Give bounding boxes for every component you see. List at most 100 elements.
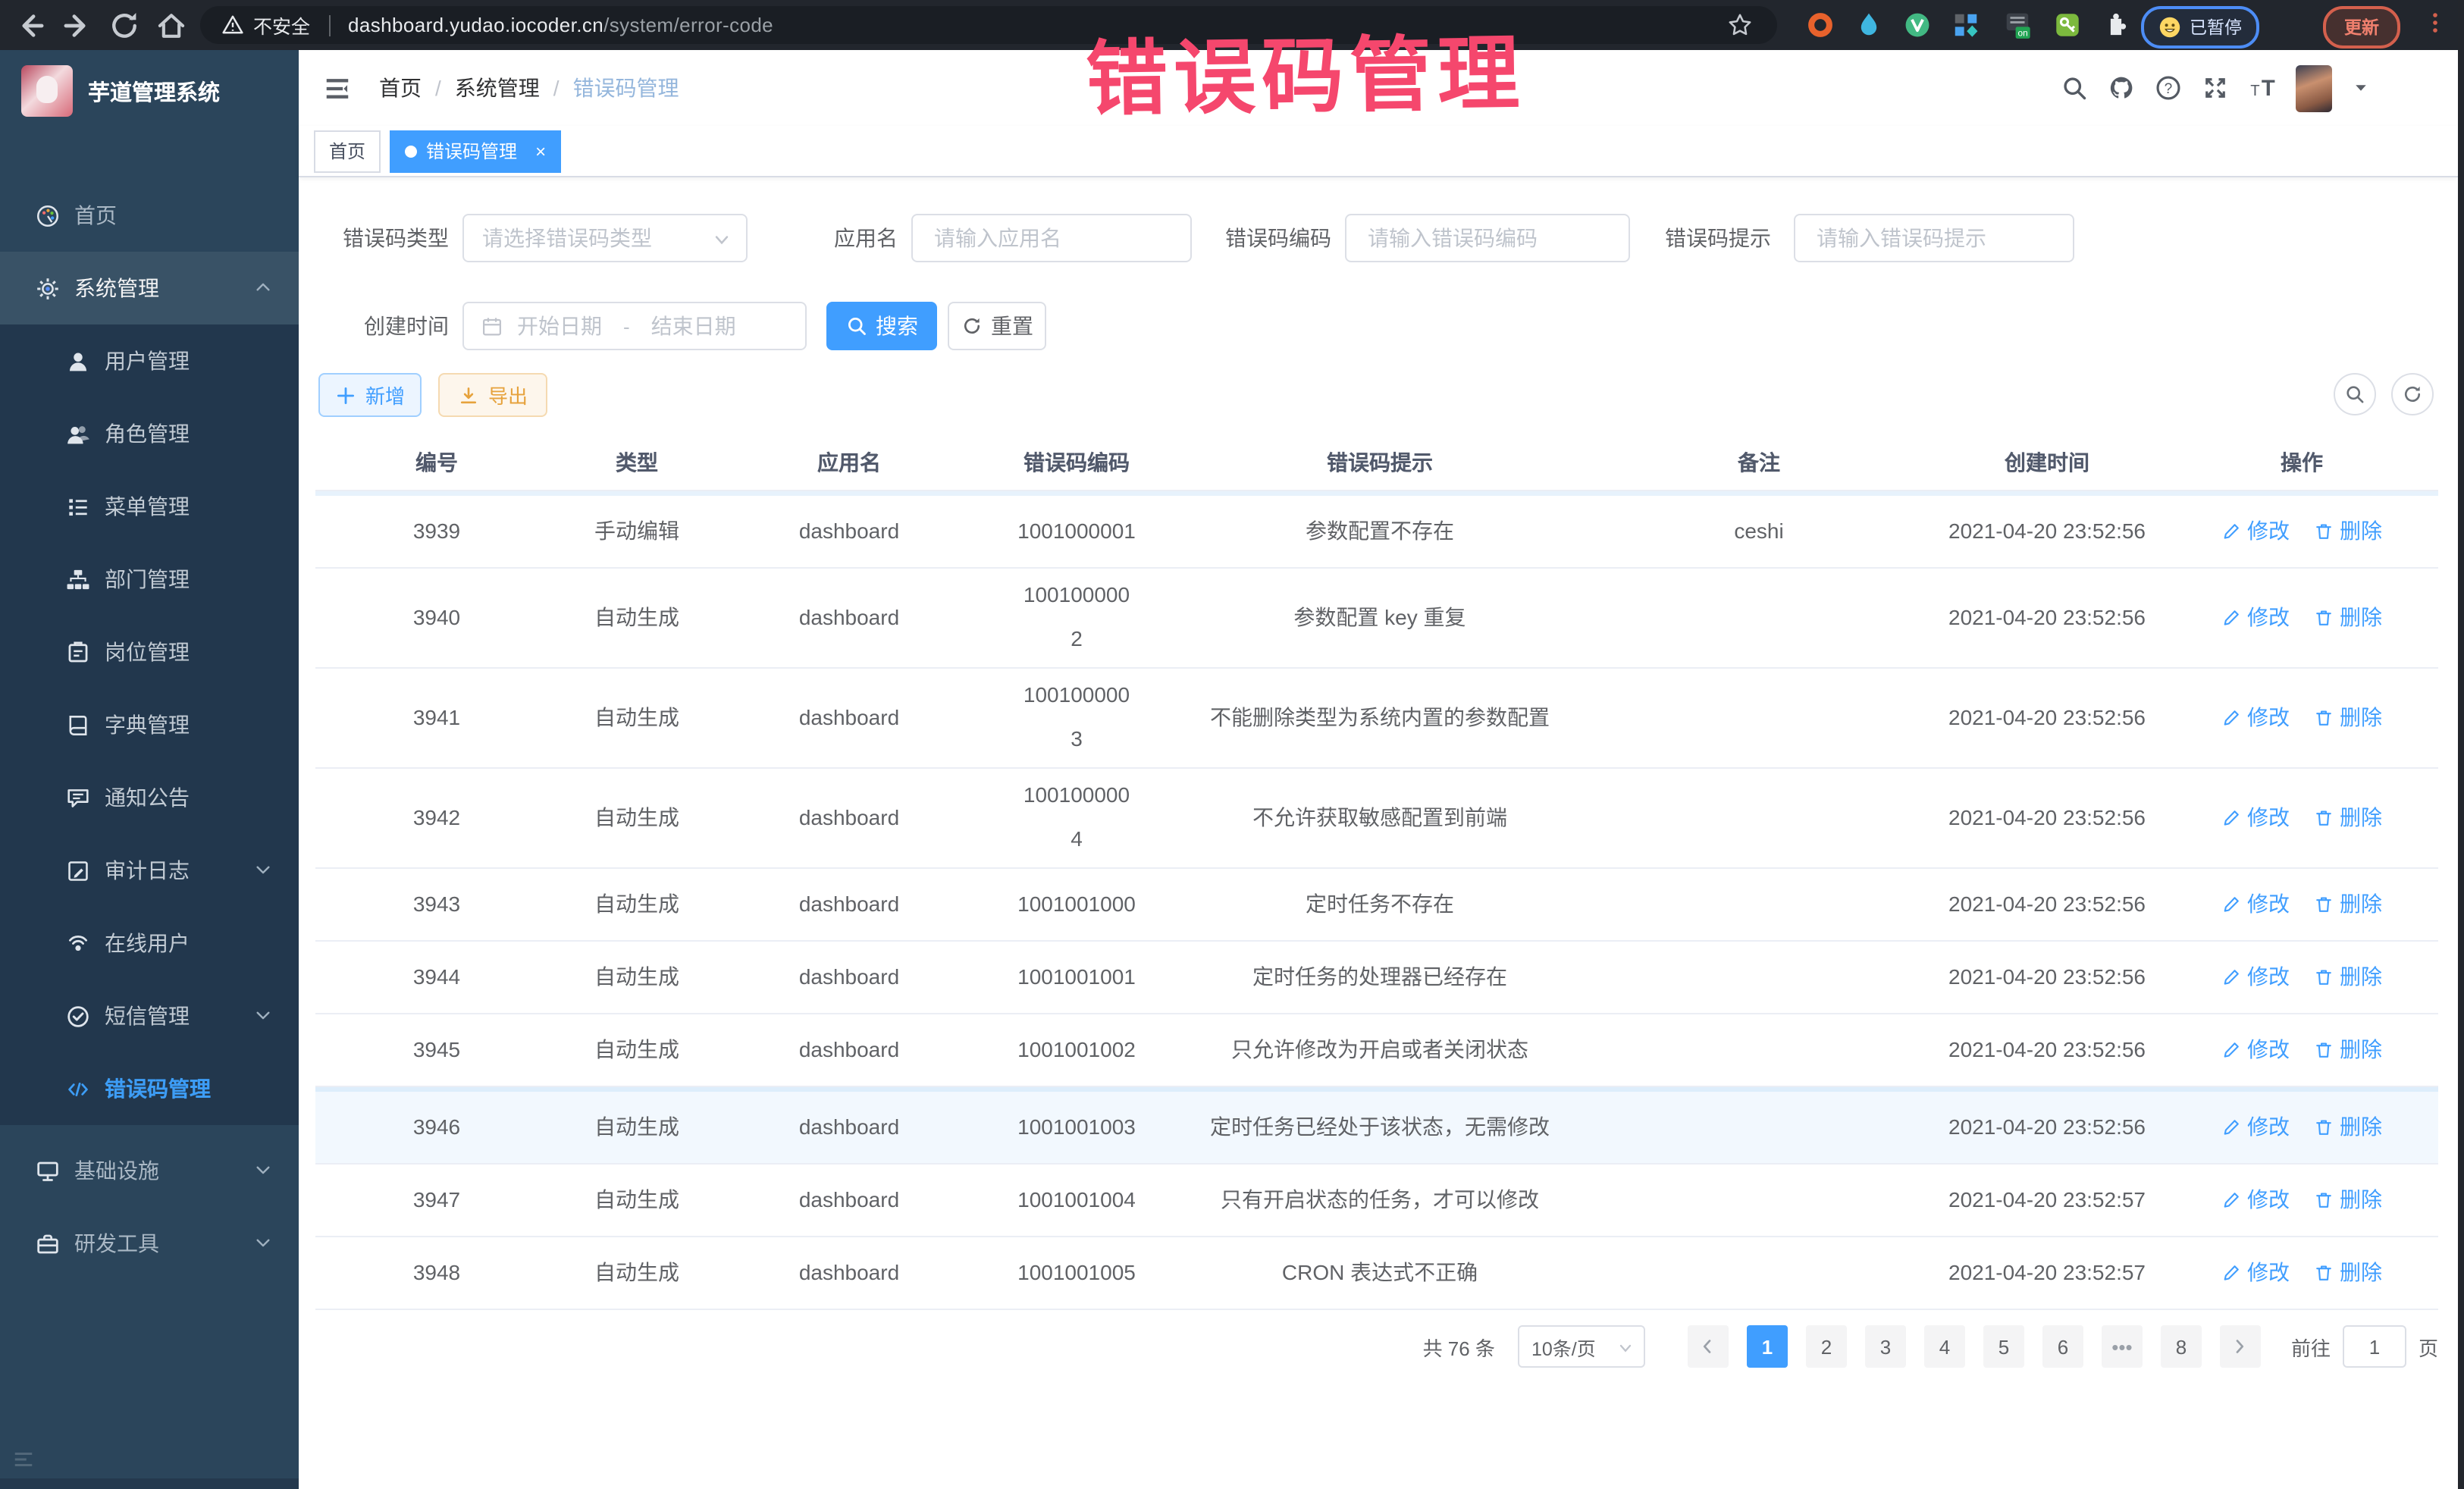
delete-link[interactable]: 删除	[2314, 888, 2382, 920]
delete-link[interactable]: 删除	[2314, 701, 2382, 734]
user-avatar[interactable]	[2296, 64, 2332, 111]
close-icon[interactable]: ×	[535, 140, 546, 161]
edit-link[interactable]: 修改	[2221, 1111, 2290, 1143]
edit-link[interactable]: 修改	[2221, 1256, 2290, 1289]
edit-link[interactable]: 修改	[2221, 701, 2290, 734]
delete-link[interactable]: 删除	[2314, 801, 2382, 834]
tag-error-code[interactable]: 错误码管理 ×	[390, 130, 561, 172]
delete-link[interactable]: 删除	[2314, 1111, 2382, 1143]
sidebar-item-菜单管理[interactable]: 菜单管理	[0, 470, 299, 543]
delete-link[interactable]: 删除	[2314, 601, 2382, 634]
page-button-2[interactable]: 2	[1806, 1325, 1847, 1368]
extension-orange-icon[interactable]	[1806, 11, 1835, 39]
browser-menu-icon[interactable]	[2423, 11, 2447, 38]
edit-link[interactable]: 修改	[2221, 801, 2290, 834]
chevron-down-icon[interactable]	[2352, 79, 2370, 97]
infra-icon	[35, 1158, 61, 1183]
goto-page-input[interactable]: 1	[2343, 1325, 2406, 1368]
delete-link[interactable]: 删除	[2314, 1033, 2382, 1066]
app-name-input[interactable]	[931, 224, 1172, 252]
cell-remark	[1589, 1237, 1929, 1309]
extensions-puzzle-icon[interactable]	[2102, 11, 2130, 39]
page-button-4[interactable]: 4	[1924, 1325, 1965, 1368]
breadcrumb-system[interactable]: 系统管理	[455, 73, 540, 103]
page-button-8[interactable]: 8	[2161, 1325, 2202, 1368]
emoji-face-icon	[2158, 15, 2182, 39]
more-pages-button[interactable]: •••	[2102, 1325, 2143, 1368]
prev-page-button[interactable]	[1688, 1325, 1729, 1368]
page-button-6[interactable]: 6	[2042, 1325, 2083, 1368]
toggle-search-button[interactable]	[2334, 373, 2376, 415]
page-button-5[interactable]: 5	[1983, 1325, 2024, 1368]
sidebar-collapse-icon[interactable]	[12, 1448, 35, 1471]
browser-back-icon[interactable]	[14, 8, 47, 42]
next-page-button[interactable]	[2220, 1325, 2261, 1368]
cell-code: 1001001005	[983, 1237, 1171, 1309]
fullscreen-icon[interactable]	[2202, 74, 2229, 102]
error-hint-input[interactable]	[1814, 224, 2055, 252]
sidebar-item-部门管理[interactable]: 部门管理	[0, 543, 299, 616]
sidebar-item-字典管理[interactable]: 字典管理	[0, 688, 299, 761]
sidebar-item-基础设施[interactable]: 基础设施	[0, 1134, 299, 1207]
sidebar-item-首页[interactable]: 首页	[0, 179, 299, 252]
sidebar-item-错误码管理[interactable]: 错误码管理	[0, 1052, 299, 1125]
export-button[interactable]: 导出	[438, 373, 547, 417]
delete-link[interactable]: 删除	[2314, 1183, 2382, 1216]
hamburger-icon[interactable]	[323, 74, 352, 102]
edit-link[interactable]: 修改	[2221, 888, 2290, 920]
edit-link[interactable]: 修改	[2221, 1033, 2290, 1066]
trash-icon	[2314, 967, 2334, 987]
error-code-input[interactable]	[1365, 224, 1610, 252]
tag-home[interactable]: 首页	[314, 130, 381, 172]
sidebar-item-岗位管理[interactable]: 岗位管理	[0, 616, 299, 688]
page-button-1[interactable]: 1	[1747, 1325, 1788, 1368]
edit-link[interactable]: 修改	[2221, 961, 2290, 993]
browser-home-icon[interactable]	[155, 8, 188, 42]
extension-drop-icon[interactable]	[1854, 11, 1883, 39]
sidebar-item-在线用户[interactable]: 在线用户	[0, 907, 299, 980]
post-icon	[65, 639, 91, 665]
extension-key-icon[interactable]	[2053, 11, 2082, 39]
sidebar-item-短信管理[interactable]: 短信管理	[0, 980, 299, 1052]
browser-update-button[interactable]: 更新	[2323, 6, 2400, 49]
error-type-select[interactable]: 请选择错误码类型	[462, 214, 748, 262]
sidebar-item-系统管理[interactable]: 系统管理	[0, 252, 299, 324]
delete-link[interactable]: 删除	[2314, 515, 2382, 547]
page-size-select[interactable]: 10条/页	[1518, 1325, 1645, 1368]
reset-button[interactable]: 重置	[948, 302, 1046, 350]
github-icon[interactable]	[2108, 74, 2135, 102]
page-button-3[interactable]: 3	[1865, 1325, 1906, 1368]
font-size-icon[interactable]: TT	[2249, 74, 2276, 102]
col-id: 编号	[315, 437, 558, 490]
breadcrumb-home[interactable]: 首页	[379, 73, 422, 103]
edit-link[interactable]: 修改	[2221, 1183, 2290, 1216]
sidebar-header[interactable]: 芋道管理系统	[0, 50, 299, 132]
help-icon[interactable]: ?	[2155, 74, 2182, 102]
sidebar-item-研发工具[interactable]: 研发工具	[0, 1207, 299, 1280]
search-icon[interactable]	[2061, 74, 2088, 102]
edit-link[interactable]: 修改	[2221, 601, 2290, 634]
add-button[interactable]: 新增	[318, 373, 422, 417]
user-icon	[65, 348, 91, 374]
browser-forward-icon[interactable]	[61, 8, 94, 42]
sidebar-item-通知公告[interactable]: 通知公告	[0, 761, 299, 834]
search-button[interactable]: 搜索	[826, 302, 937, 350]
bookmark-star-icon[interactable]	[1727, 12, 1753, 38]
date-separator: -	[623, 315, 630, 337]
table-header: 编号 类型 应用名 错误码编码 错误码提示 备注 创建时间 操作	[315, 437, 2438, 491]
delete-link[interactable]: 删除	[2314, 1256, 2382, 1289]
svg-text:T: T	[2250, 83, 2259, 99]
sidebar-item-审计日志[interactable]: 审计日志	[0, 834, 299, 907]
delete-link[interactable]: 删除	[2314, 961, 2382, 993]
extension-vue-icon[interactable]	[1903, 11, 1932, 39]
browser-reload-icon[interactable]	[108, 8, 141, 42]
sidebar-item-用户管理[interactable]: 用户管理	[0, 324, 299, 397]
date-range-picker[interactable]: 开始日期 - 结束日期	[462, 302, 807, 350]
address-bar[interactable]: 不安全 dashboard.yudao.iocoder.cn/system/er…	[200, 6, 1777, 44]
extension-grid-icon[interactable]	[1951, 11, 1980, 39]
sidebar-item-角色管理[interactable]: 角色管理	[0, 397, 299, 470]
refresh-table-button[interactable]	[2391, 373, 2434, 415]
extension-on-badge-icon[interactable]: on	[2003, 11, 2032, 39]
edit-link[interactable]: 修改	[2221, 515, 2290, 547]
recorder-paused-badge[interactable]: 已暂停	[2141, 6, 2259, 49]
